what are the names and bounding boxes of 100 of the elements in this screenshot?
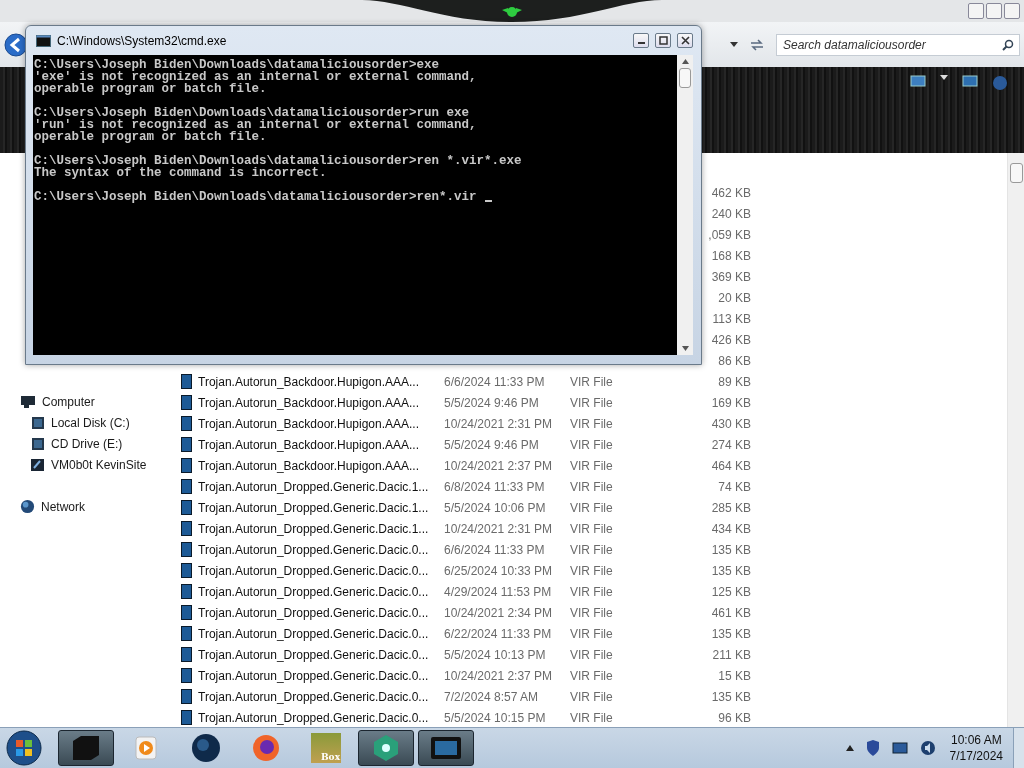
file-icon <box>181 437 192 452</box>
file-size: 74 KB <box>717 479 751 494</box>
start-button[interactable] <box>6 730 42 766</box>
console-line: 'run' is not recognized as an internal or external command, <box>34 119 477 131</box>
console-line: C:\Users\Joseph Biden\Downloads\datamaliciousorder>exe <box>34 59 440 71</box>
file-name[interactable]: Trojan.Autorun_Dropped.Generic.Dacic.1... <box>198 479 438 494</box>
speaker-icon[interactable] <box>919 740 936 756</box>
file-icon <box>181 710 192 725</box>
file-icon <box>181 542 192 557</box>
file-date: 10/24/2021 2:37 PM <box>444 458 554 473</box>
file-date: 5/5/2024 10:15 PM <box>444 710 547 725</box>
help-icon[interactable] <box>992 75 1008 91</box>
file-size: 96 KB <box>717 710 751 725</box>
file-icon <box>181 521 192 536</box>
file-icon <box>181 458 192 473</box>
file-size: 135 KB <box>710 626 751 641</box>
file-icon <box>181 479 192 494</box>
computer-icon <box>20 394 36 409</box>
file-date: 5/5/2024 9:46 PM <box>444 395 540 410</box>
file-name[interactable]: Trojan.Autorun_Dropped.Generic.Dacic.0... <box>198 626 438 641</box>
file-size: 89 KB <box>717 374 751 389</box>
dropdown-icon[interactable] <box>730 42 738 47</box>
file-type: VIR File <box>570 395 614 410</box>
file-size: 86 KB <box>717 353 751 368</box>
file-name[interactable]: Trojan.Autorun_Dropped.Generic.Dacic.0... <box>198 647 438 662</box>
file-size: 274 KB <box>710 437 751 452</box>
scroll-up-icon[interactable] <box>681 59 689 64</box>
file-name[interactable]: Trojan.Autorun_Dropped.Generic.Dacic.1... <box>198 500 438 515</box>
show-hidden-icons-icon[interactable] <box>845 745 854 751</box>
window-title: C:\Windows\System32\cmd.exe <box>57 33 227 48</box>
window-controls[interactable] <box>968 3 1020 19</box>
file-name[interactable]: Trojan.Autorun_Dropped.Generic.Dacic.0... <box>198 668 438 683</box>
game-icon: Box <box>311 733 341 763</box>
caret-icon[interactable] <box>940 75 948 80</box>
shield-icon[interactable] <box>865 740 880 756</box>
console-icon <box>36 34 51 47</box>
scroll-thumb[interactable] <box>1009 163 1023 183</box>
file-name[interactable]: Trojan.Autorun_Backdoor.Hupigon.AAA... <box>198 458 438 473</box>
file-size: 135 KB <box>710 689 751 704</box>
file-name[interactable]: Trojan.Autorun_Dropped.Generic.Dacic.0... <box>198 689 438 704</box>
file-type: VIR File <box>570 584 614 599</box>
file-type: VIR File <box>570 416 614 431</box>
taskbar-app[interactable] <box>358 730 414 766</box>
clock[interactable]: 10:06 AM 7/17/2024 <box>949 732 1003 764</box>
file-size: 135 KB <box>710 563 751 578</box>
file-name[interactable]: Trojan.Autorun_Backdoor.Hupigon.AAA... <box>198 416 438 431</box>
file-size: 211 KB <box>711 647 751 662</box>
file-date: 6/6/2024 11:33 PM <box>444 374 546 389</box>
file-name[interactable]: Trojan.Autorun_Dropped.Generic.Dacic.1... <box>198 521 438 536</box>
monitor-icon[interactable] <box>891 742 908 754</box>
search-icon[interactable] <box>1002 38 1014 51</box>
nav-item[interactable]: Computer <box>0 391 175 412</box>
refresh-icon[interactable] <box>750 38 764 51</box>
scrollbar[interactable] <box>677 55 693 355</box>
file-type: VIR File <box>570 479 614 494</box>
nav-item[interactable]: VM0b0t KevinSite <box>0 454 175 475</box>
file-name[interactable]: Trojan.Autorun_Dropped.Generic.Dacic.0... <box>198 563 438 578</box>
file-size: 434 KB <box>710 521 751 536</box>
file-date: 6/8/2024 11:33 PM <box>444 479 546 494</box>
file-size: 168 KB <box>710 248 751 263</box>
file-icon <box>181 626 192 641</box>
close-button[interactable] <box>677 33 693 48</box>
file-name[interactable]: Trojan.Autorun_Backdoor.Hupigon.AAA... <box>198 374 438 389</box>
console-line: 'exe' is not recognized as an internal or external command, <box>34 71 477 83</box>
maximize-button[interactable] <box>655 33 671 48</box>
file-size: 461 KB <box>710 605 751 620</box>
file-type: VIR File <box>570 374 614 389</box>
text-cursor <box>484 200 492 202</box>
file-size: 240 KB <box>710 206 751 221</box>
minimize-button[interactable] <box>633 33 649 48</box>
browser-icon <box>251 733 281 763</box>
file-name[interactable]: Trojan.Autorun_Dropped.Generic.Dacic.0... <box>198 584 438 599</box>
nav-item[interactable]: CD Drive (E:) <box>0 433 175 454</box>
scroll-thumb[interactable] <box>679 68 691 88</box>
file-name[interactable]: Trojan.Autorun_Dropped.Generic.Dacic.0... <box>198 542 438 557</box>
file-date: 6/25/2024 10:33 PM <box>444 563 554 578</box>
file-name[interactable]: Trojan.Autorun_Backdoor.Hupigon.AAA... <box>198 395 438 410</box>
globe-icon <box>20 499 35 514</box>
drive-icon <box>30 415 45 430</box>
file-type: VIR File <box>570 542 614 557</box>
file-size: 464 KB <box>710 458 751 473</box>
scroll-down-icon[interactable] <box>681 346 689 351</box>
file-size: 135 KB <box>710 542 751 557</box>
file-name[interactable]: Trojan.Autorun_Backdoor.Hupigon.AAA... <box>198 437 438 452</box>
console-line: C:\Users\Joseph Biden\Downloads\datamaliciousorder>ren*.vir <box>34 191 477 203</box>
file-size: 15 KB <box>717 668 751 683</box>
scrollbar[interactable] <box>1007 153 1024 727</box>
console-line: C:\Users\Joseph Biden\Downloads\datamaliciousorder>run exe <box>34 107 470 119</box>
file-name[interactable]: Trojan.Autorun_Dropped.Generic.Dacic.0... <box>198 605 438 620</box>
file-date: 6/6/2024 11:33 PM <box>444 542 546 557</box>
search-field[interactable]: Search datamaliciousorder <box>776 33 1020 56</box>
file-size: 430 KB <box>710 416 751 431</box>
nav-item[interactable]: Local Disk (C:) <box>0 412 175 433</box>
file-date: 10/24/2021 2:31 PM <box>444 416 554 431</box>
file-type: VIR File <box>570 605 614 620</box>
nav-item[interactable]: Network <box>0 496 175 517</box>
file-type: VIR File <box>570 689 614 704</box>
file-date: 10/24/2021 2:34 PM <box>444 605 554 620</box>
file-name[interactable]: Trojan.Autorun_Dropped.Generic.Dacic.0... <box>198 710 438 725</box>
file-size: 169 KB <box>710 395 751 410</box>
